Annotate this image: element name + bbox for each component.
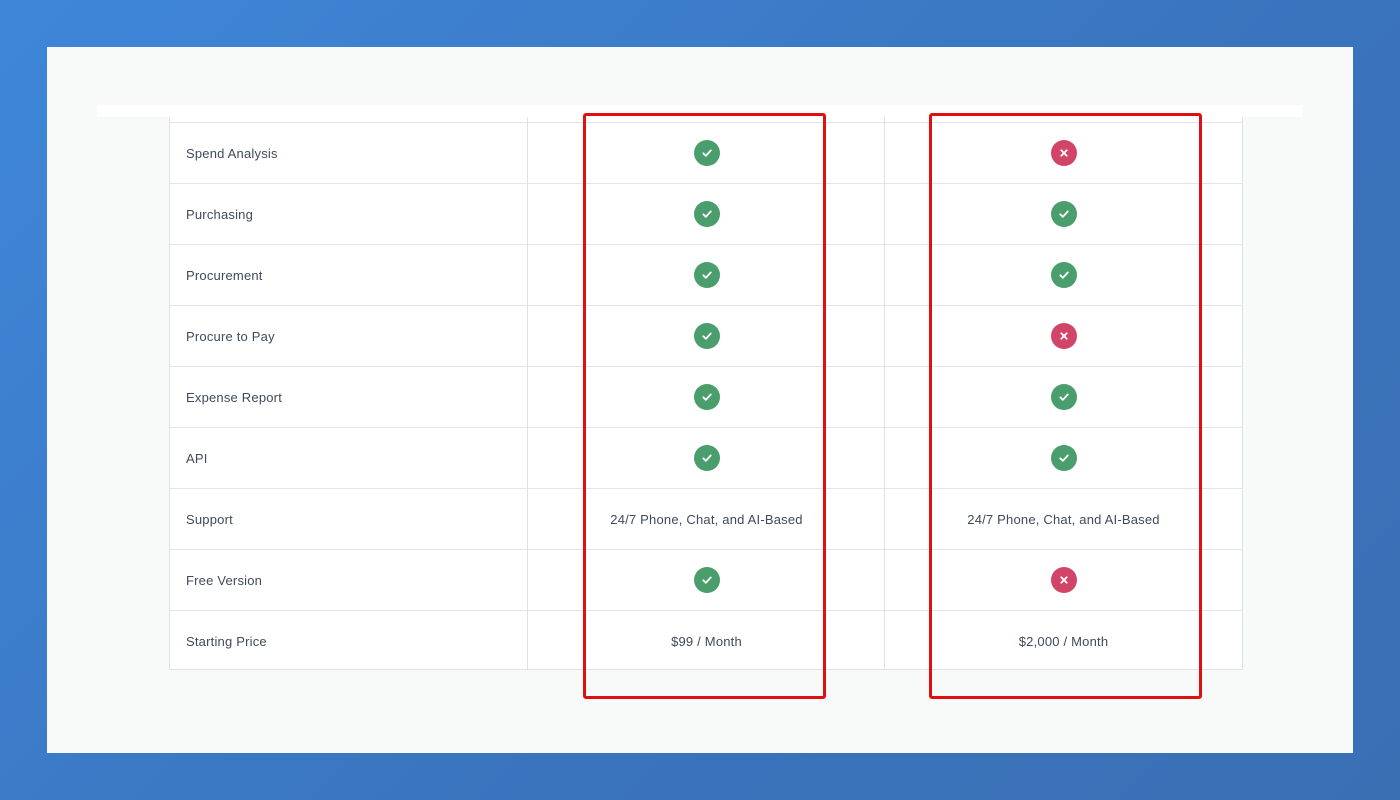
table-row: Support 24/7 Phone, Chat, and AI-Based 24/… [170,488,1242,549]
table-cell-a [528,184,885,244]
table-cell-a [528,428,885,488]
table-cell-a [528,245,885,305]
check-icon [693,323,720,349]
table-cell-b [885,245,1242,305]
feature-label: API [186,450,208,466]
table-cell-b [885,550,1242,610]
cell-text: 24/7 Phone, Chat, and AI-Based [610,511,803,527]
table-cell-a [528,367,885,427]
table-cell-a: $99 / Month [528,611,885,671]
table-row: Free Version [170,549,1242,610]
table-row: API [170,427,1242,488]
table-cell-b [885,428,1242,488]
cell-text: $99 / Month [671,633,742,649]
table-row: Spend Analysis [170,122,1242,183]
feature-label: Purchasing [186,206,254,222]
table-cell-b [885,367,1242,427]
table-cell-a [528,306,885,366]
cell-text: 24/7 Phone, Chat, and AI-Based [967,511,1160,527]
feature-label: Expense Report [186,389,283,405]
feature-label: Spend Analysis [186,145,278,161]
check-icon [693,140,720,166]
table-cell-b [885,306,1242,366]
table-cell-a [528,550,885,610]
check-icon [693,201,720,227]
check-icon [693,445,720,471]
table-row: Procure to Pay [170,305,1242,366]
check-icon [693,262,720,288]
check-icon [1050,445,1077,471]
feature-label: Procure to Pay [186,328,275,344]
feature-label: Support [186,511,233,527]
content-panel: Spend Analysis Purchasing Procurement Procu… [47,47,1353,753]
feature-label: Starting Price [186,633,267,649]
cell-text: $2,000 / Month [1018,633,1109,649]
table-row: Procurement [170,244,1242,305]
table-row: Starting Price $99 / Month $2,000 / Month [170,610,1242,671]
table-header-strip [97,105,1302,117]
check-icon [1050,384,1077,410]
feature-label: Free Version [186,572,263,588]
table-row: Expense Report [170,366,1242,427]
cross-icon [1050,140,1077,166]
check-icon [693,384,720,410]
check-icon [1050,201,1077,227]
table-cell-a [528,123,885,183]
check-icon [1050,262,1077,288]
table-cell-b [885,184,1242,244]
table-cell-a: 24/7 Phone, Chat, and AI-Based [528,489,885,549]
feature-label: Procurement [186,267,263,283]
table-row: Purchasing [170,183,1242,244]
table-cell-b: 24/7 Phone, Chat, and AI-Based [885,489,1242,549]
check-icon [693,567,720,593]
table-cell-b [885,123,1242,183]
cross-icon [1050,323,1077,349]
comparison-table: Spend Analysis Purchasing Procurement Procu… [169,117,1243,670]
table-cell-b: $2,000 / Month [885,611,1242,671]
cross-icon [1050,567,1077,593]
